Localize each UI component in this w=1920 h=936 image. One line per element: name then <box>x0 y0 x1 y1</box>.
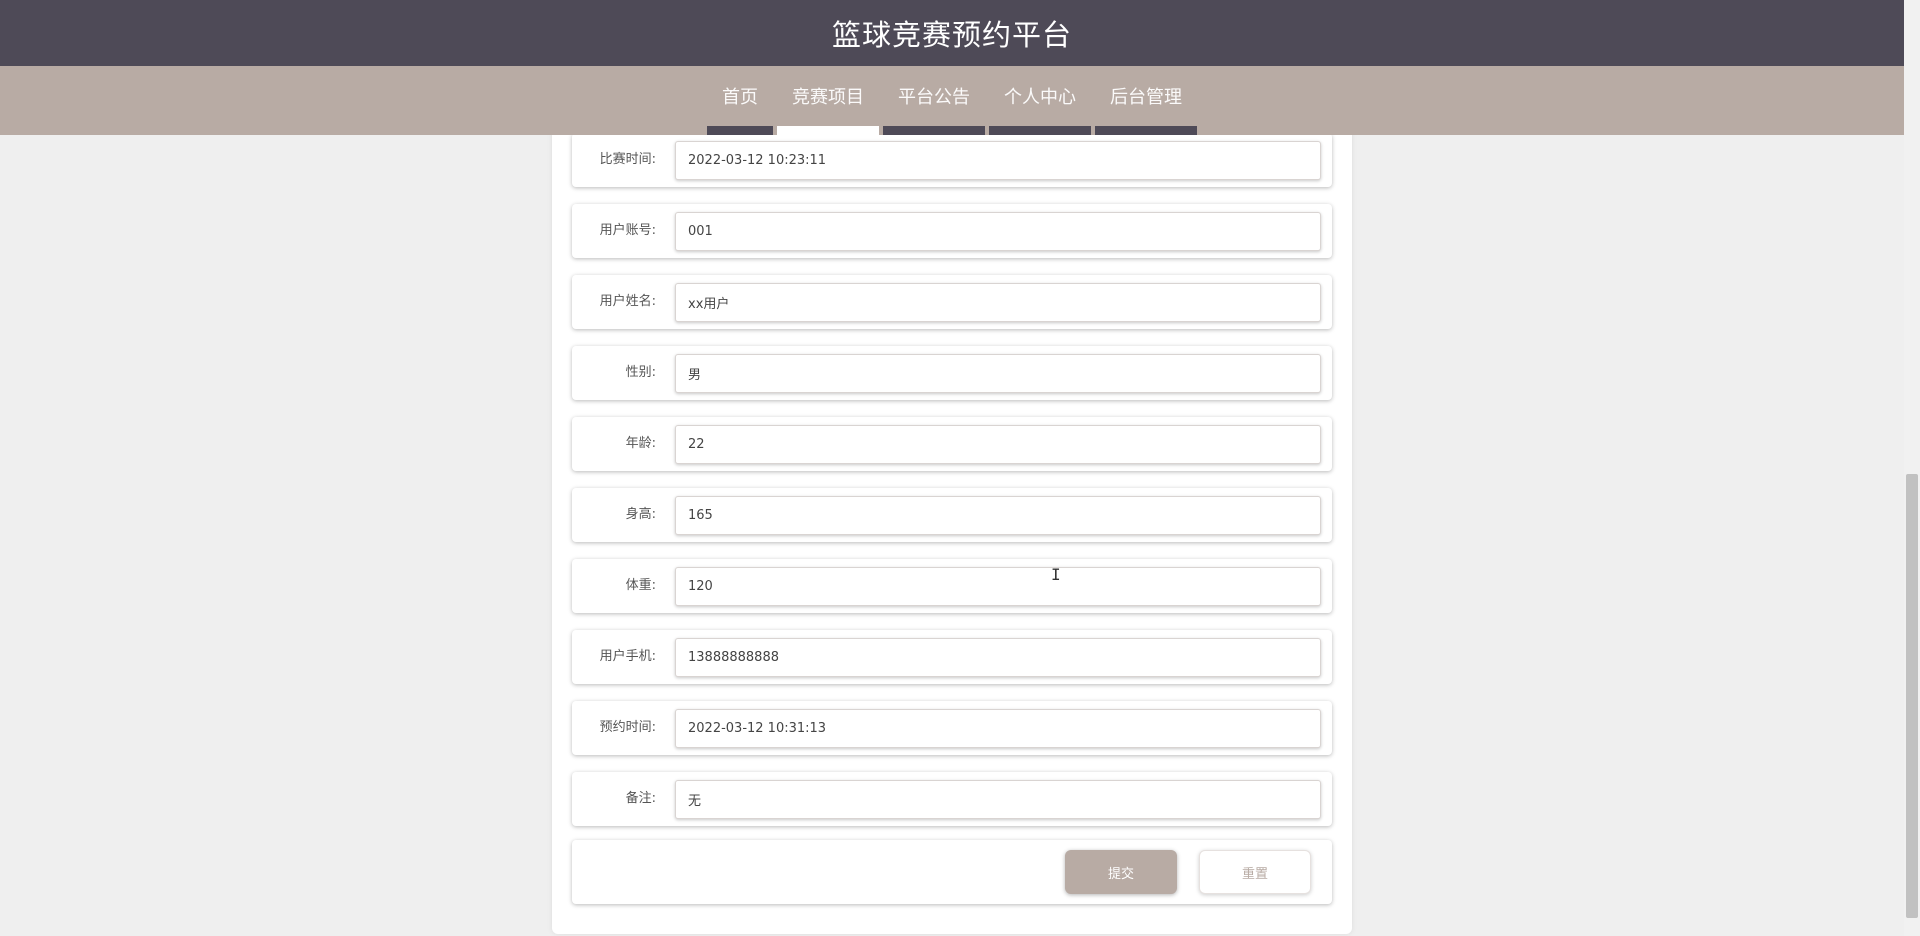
gender-input[interactable] <box>675 354 1321 393</box>
form-label: 用户姓名: <box>599 294 656 309</box>
nav-item-home[interactable]: 首页 <box>705 83 775 109</box>
site-title: 篮球竞赛预约平台 <box>831 18 1072 52</box>
age-input[interactable] <box>675 425 1321 464</box>
booking-time-input[interactable] <box>675 709 1321 748</box>
form-row-phone: 用户手机: <box>572 630 1332 684</box>
main-nav: 首页 竞赛项目 平台公告 个人中心 后台管理 <box>0 66 1904 135</box>
form-row-height: 身高: <box>572 488 1332 542</box>
nav-item-admin[interactable]: 后台管理 <box>1093 83 1199 109</box>
form-label: 性别: <box>625 365 656 380</box>
text-cursor-icon: I <box>1051 565 1061 584</box>
form-label: 用户手机: <box>599 649 656 664</box>
scrollbar-thumb[interactable] <box>1906 474 1918 918</box>
site-header: 篮球竞赛预约平台 <box>0 0 1904 66</box>
reset-button[interactable]: 重置 <box>1199 850 1311 894</box>
nav-tab-announcements[interactable] <box>883 126 985 135</box>
form-row-weight: 体重: <box>572 559 1332 613</box>
nav-tab-competitions[interactable] <box>777 126 879 135</box>
form-label: 年龄: <box>625 436 656 451</box>
page: 篮球竞赛预约平台 首页 竞赛项目 平台公告 个人中心 后台管理 比赛时间: 用户… <box>0 0 1920 936</box>
nav-tab-personal-center[interactable] <box>989 126 1091 135</box>
nav-tab-indicators <box>0 126 1904 135</box>
submit-button[interactable]: 提交 <box>1065 850 1177 894</box>
weight-input[interactable] <box>675 567 1321 606</box>
form-label: 备注: <box>625 791 656 806</box>
form-row-user-name: 用户姓名: <box>572 275 1332 329</box>
form-actions: 提交 重置 <box>572 840 1332 904</box>
form-label: 体重: <box>625 578 656 593</box>
user-account-input[interactable] <box>675 212 1321 251</box>
phone-input[interactable] <box>675 638 1321 677</box>
form-row-remarks: 备注: <box>572 772 1332 826</box>
nav-tab-admin[interactable] <box>1095 126 1197 135</box>
match-time-input[interactable] <box>675 141 1321 180</box>
form-row-gender: 性别: <box>572 346 1332 400</box>
nav-tab-home[interactable] <box>707 126 773 135</box>
form-row-booking-time: 预约时间: <box>572 701 1332 755</box>
height-input[interactable] <box>675 496 1321 535</box>
user-name-input[interactable] <box>675 283 1321 322</box>
nav-item-competitions[interactable]: 竞赛项目 <box>775 83 881 109</box>
form-row-match-time: 比赛时间: <box>572 133 1332 187</box>
nav-item-personal-center[interactable]: 个人中心 <box>987 83 1093 109</box>
remarks-input[interactable] <box>675 780 1321 819</box>
form-label: 用户账号: <box>599 223 656 238</box>
nav-item-announcements[interactable]: 平台公告 <box>881 83 987 109</box>
form-label: 身高: <box>625 507 656 522</box>
form-row-user-account: 用户账号: <box>572 204 1332 258</box>
form-row-age: 年龄: <box>572 417 1332 471</box>
form-label: 预约时间: <box>599 720 656 735</box>
form-label: 比赛时间: <box>599 152 656 167</box>
